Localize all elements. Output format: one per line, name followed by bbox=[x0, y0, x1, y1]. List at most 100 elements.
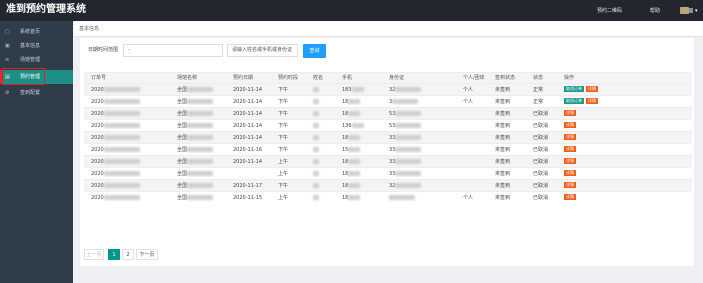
redacted-text bbox=[187, 122, 214, 128]
redacted-text bbox=[313, 158, 319, 164]
redacted-text bbox=[187, 98, 214, 104]
cell-text: 2020-11-14 bbox=[233, 122, 263, 129]
cell-name bbox=[306, 83, 335, 96]
cell-phone: 18 bbox=[335, 107, 382, 120]
column-header: 预约日期 bbox=[226, 72, 271, 84]
table-row: 2020 全国 2020-11-14 上午 18 33 未签到 已取消 详情 bbox=[84, 155, 692, 168]
redacted-text bbox=[313, 134, 319, 140]
column-header: 手机 bbox=[335, 72, 382, 84]
redacted-text bbox=[348, 170, 361, 176]
cell-text: 下午 bbox=[278, 98, 289, 105]
cell-venue: 全国 bbox=[170, 155, 226, 168]
cell-venue: 全国 bbox=[170, 131, 226, 144]
detail-button[interactable]: 详情 bbox=[564, 146, 576, 152]
help-link[interactable]: 帮助 bbox=[650, 8, 660, 14]
search-input[interactable]: 请输入姓名或手机或身份证 bbox=[227, 44, 298, 57]
cell-type bbox=[456, 179, 488, 192]
cell-text: 2020-11-14 bbox=[233, 158, 263, 165]
table-row: 2020 全国 2020-11-16 下午 15 33 未签到 已取消 详情 bbox=[84, 143, 692, 156]
cell-text: 2020 bbox=[91, 158, 104, 165]
sidebar-item-basic-info[interactable]: ▣ 基本信息 bbox=[0, 39, 73, 53]
sidebar-item-checkin-config[interactable]: ⚙ 签到配置 bbox=[0, 86, 73, 100]
detail-button[interactable]: 详情 bbox=[564, 170, 576, 176]
cell-date: 2020-11-14 bbox=[226, 131, 271, 144]
cell-text: 未签到 bbox=[495, 194, 511, 201]
sidebar-item-home[interactable]: □ 系统首页 bbox=[0, 25, 73, 39]
cell-phone: 15 bbox=[335, 143, 382, 156]
cell-id: 3 bbox=[382, 95, 456, 108]
column-header: 场馆名称 bbox=[170, 72, 226, 84]
cell-id: 32 bbox=[382, 83, 456, 96]
cell-status: 已取消 bbox=[526, 107, 557, 120]
cancel-order-button[interactable]: 取消订单 bbox=[564, 98, 584, 104]
detail-button[interactable]: 详情 bbox=[586, 98, 598, 104]
avatar[interactable] bbox=[680, 7, 689, 14]
cell-phone: 136 bbox=[335, 119, 382, 132]
sidebar-item-venues[interactable]: ≡ 场馆管理 bbox=[0, 53, 73, 67]
redacted-text bbox=[313, 182, 319, 188]
detail-button[interactable]: 详情 bbox=[564, 158, 576, 164]
redacted-text bbox=[348, 158, 361, 164]
detail-button[interactable]: 详情 bbox=[564, 194, 576, 200]
redacted-text bbox=[348, 146, 361, 152]
next-page-button[interactable]: 下一页 bbox=[136, 249, 158, 260]
cell-actions: 详情 bbox=[557, 119, 692, 132]
cell-text: 全国 bbox=[177, 134, 188, 141]
cell-text: 已取消 bbox=[533, 170, 549, 177]
qr-code-link[interactable]: 预约二维码 bbox=[597, 8, 622, 14]
cell-text: 未签到 bbox=[495, 170, 511, 177]
cell-slot: 上午 bbox=[271, 155, 306, 168]
page-2-button[interactable]: 2 bbox=[122, 249, 134, 260]
cell-type bbox=[456, 107, 488, 120]
cell-checkin: 未签到 bbox=[488, 167, 526, 180]
cell-text: 全国 bbox=[177, 182, 188, 189]
cell-checkin: 未签到 bbox=[488, 107, 526, 120]
redacted-text bbox=[313, 86, 319, 92]
redacted-text bbox=[395, 86, 422, 92]
cell-id: 33 bbox=[382, 167, 456, 180]
cell-text: 全国 bbox=[177, 86, 188, 93]
date-range-input[interactable]: - bbox=[123, 44, 223, 57]
redacted-text bbox=[103, 98, 140, 104]
highlight-box bbox=[2, 68, 45, 85]
cell-type bbox=[456, 131, 488, 144]
redacted-text bbox=[313, 110, 319, 116]
user-name[interactable] bbox=[689, 8, 693, 13]
cell-text: 全国 bbox=[177, 110, 188, 117]
cell-checkin: 未签到 bbox=[488, 179, 526, 192]
detail-button[interactable]: 详情 bbox=[564, 182, 576, 188]
redacted-text bbox=[187, 110, 214, 116]
detail-button[interactable]: 详情 bbox=[564, 122, 576, 128]
cell-text: 2020 bbox=[91, 110, 104, 117]
detail-button[interactable]: 详情 bbox=[586, 86, 598, 92]
cell-type bbox=[456, 167, 488, 180]
page-1-button[interactable]: 1 bbox=[108, 249, 120, 260]
cell-text: 下午 bbox=[278, 134, 289, 141]
cell-order: 2020 bbox=[84, 107, 170, 120]
chevron-down-icon[interactable]: ▾ bbox=[695, 8, 698, 14]
redacted-text bbox=[348, 98, 361, 104]
cell-text: 2020 bbox=[91, 134, 104, 141]
cell-text: 2020 bbox=[91, 122, 104, 129]
redacted-text bbox=[395, 158, 422, 164]
detail-button[interactable]: 详情 bbox=[564, 134, 576, 140]
cell-actions: 详情 bbox=[557, 107, 692, 120]
cell-text: 2020 bbox=[91, 146, 104, 153]
cancel-order-button[interactable]: 取消订单 bbox=[564, 86, 584, 92]
list-icon: ≡ bbox=[5, 57, 10, 63]
redacted-text bbox=[103, 170, 140, 176]
table-row: 2020 全国 2020-11-14 下午 18 3 个人 未签到 正常 取消订单 详情 bbox=[84, 95, 692, 108]
detail-button[interactable]: 详情 bbox=[564, 110, 576, 116]
cell-text: 136 bbox=[342, 122, 352, 129]
cell-name bbox=[306, 131, 335, 144]
query-button[interactable]: 查询 bbox=[303, 44, 326, 58]
cell-text: 下午 bbox=[278, 86, 289, 93]
cell-phone: 18 bbox=[335, 179, 382, 192]
cell-name bbox=[306, 167, 335, 180]
cell-id bbox=[382, 191, 456, 203]
redacted-text bbox=[313, 170, 319, 176]
cell-text: 全国 bbox=[177, 146, 188, 153]
prev-page-button[interactable]: 上一页 bbox=[84, 249, 104, 260]
cell-text: 上午 bbox=[278, 170, 289, 177]
info-icon: ▣ bbox=[5, 43, 10, 49]
